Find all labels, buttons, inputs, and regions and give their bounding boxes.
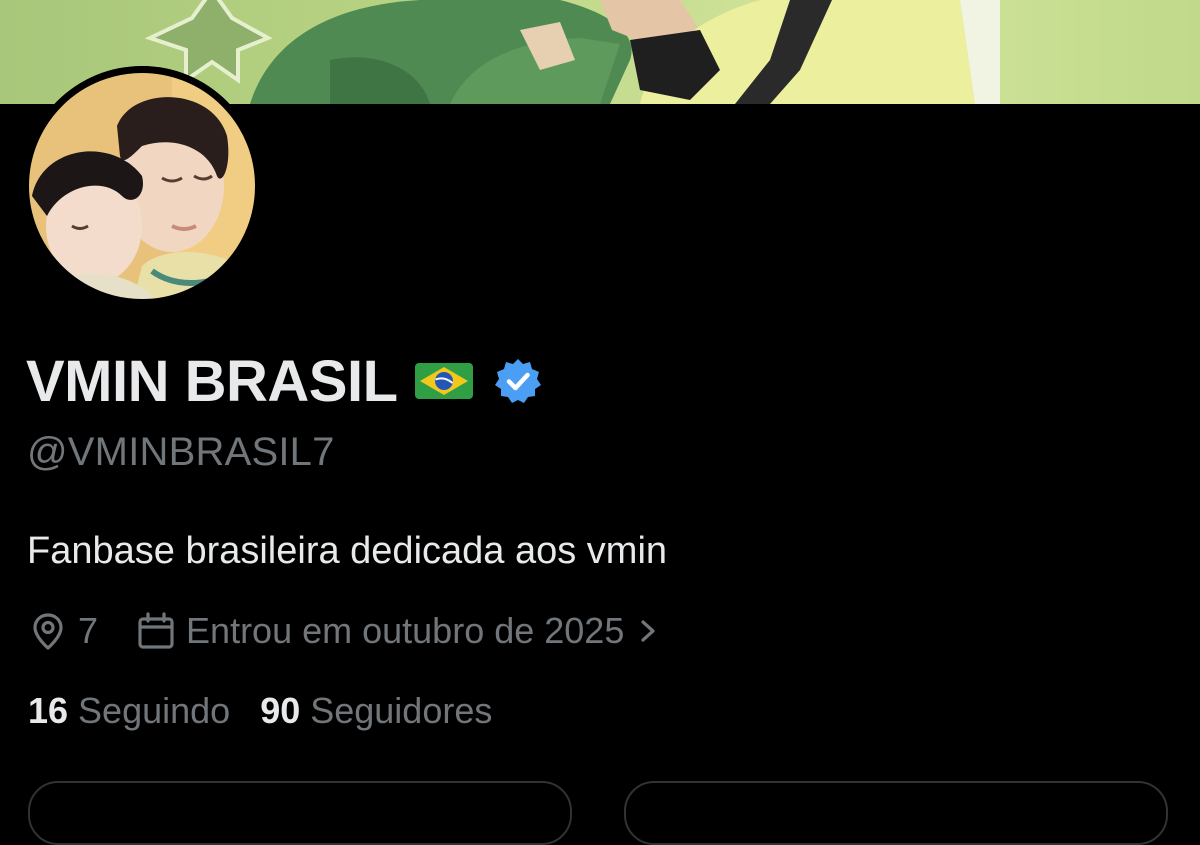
chevron-right-icon[interactable] <box>638 611 660 651</box>
following-count: 16 <box>28 690 69 731</box>
calendar-icon <box>136 611 176 651</box>
profile-handle: @VMINBRASIL7 <box>27 430 335 474</box>
profile-bio: Fanbase brasileira dedicada aos vmin <box>27 530 668 572</box>
profile-location: 7 <box>78 610 99 651</box>
brazil-flag-icon <box>414 360 474 402</box>
display-name-row: VMIN BRASIL <box>26 344 542 418</box>
followers-label: Seguidores <box>310 690 493 731</box>
profile-joined-date[interactable]: Entrou em outubro de 2025 <box>186 610 624 652</box>
follow-stats-row: 16 Seguindo 90 Seguidores <box>28 690 492 732</box>
action-button-left[interactable] <box>28 781 572 845</box>
followers-link[interactable]: 90 Seguidores <box>260 690 492 732</box>
profile-avatar[interactable] <box>22 66 262 306</box>
verified-badge-icon[interactable] <box>494 357 542 405</box>
action-button-right[interactable] <box>624 781 1168 845</box>
avatar-image <box>22 66 262 306</box>
location-pin-icon <box>28 611 68 651</box>
followers-count: 90 <box>260 690 301 731</box>
following-link[interactable]: 16 Seguindo <box>28 690 230 732</box>
following-label: Seguindo <box>78 690 231 731</box>
profile-meta-row: 7 Entrou em outubro de 2025 <box>28 607 660 655</box>
display-name: VMIN BRASIL <box>26 348 398 414</box>
